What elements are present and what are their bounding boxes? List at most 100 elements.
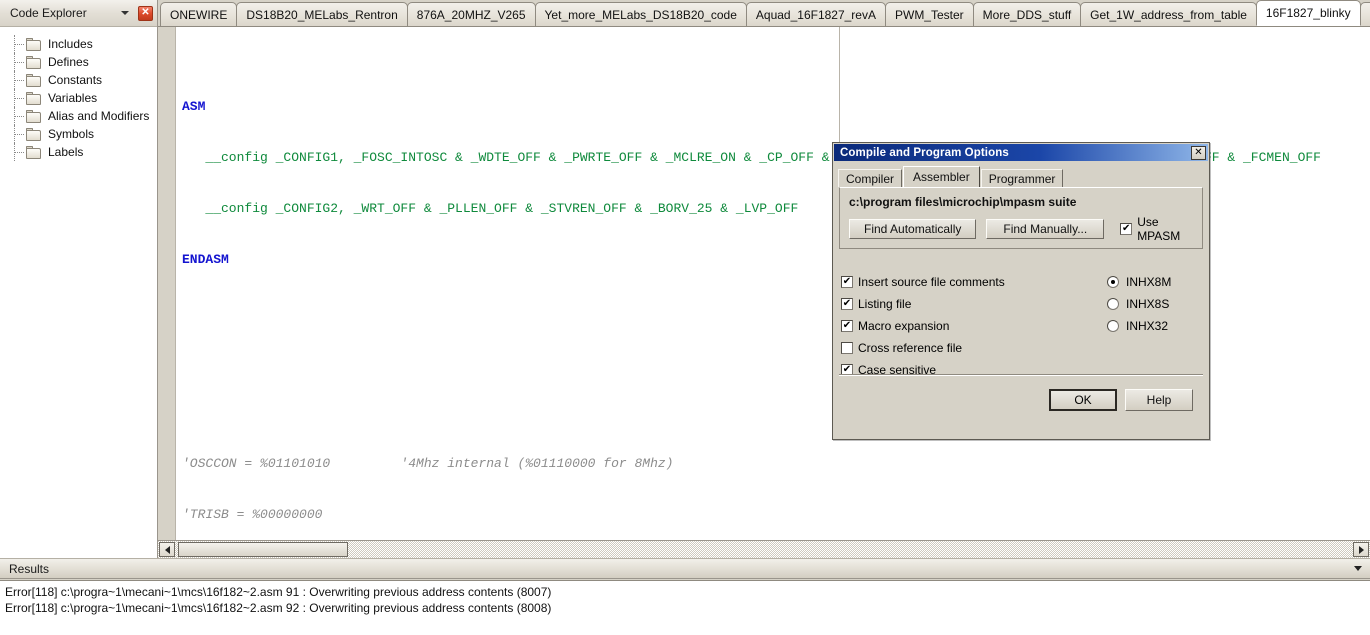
result-line: Error[118] c:\progra~1\mecani~1\mcs\16f1… [5,600,1370,616]
scroll-right-button[interactable] [1353,542,1369,557]
results-header: Results [0,558,1370,579]
tab-aquad-16f1827-reva[interactable]: Aquad_16F1827_revA [746,2,886,26]
editor-horizontal-scrollbar[interactable] [158,540,1370,558]
folder-icon [26,146,42,159]
tree-item-symbols[interactable]: Symbols [0,125,157,143]
checkbox[interactable]: ✔ [841,320,853,332]
checkbox[interactable] [841,342,853,354]
results-title: Results [9,562,1354,576]
checkbox[interactable]: ✔ [841,298,853,310]
dialog-tab-label: Compiler [846,172,894,186]
application-window: Code Explorer ✕ Includes Defines Constan… [0,0,1370,635]
arrow-left-icon [165,546,170,554]
folder-icon [26,128,42,141]
scroll-left-button[interactable] [159,542,175,557]
result-line: Error[118] c:\progra~1\mecani~1\mcs\16f1… [5,584,1370,600]
tab-label: Aquad_16F1827_revA [756,8,876,22]
tab-label: DS18B20_MELabs_Rentron [246,8,397,22]
dialog-title-bar[interactable]: Compile and Program Options ✕ [834,144,1208,161]
dialog-action-buttons: OK Help [1049,389,1193,411]
hex-format-radio-group: INHX8M INHX8S INHX32 [1107,271,1195,337]
tree-line-icon [12,143,26,161]
tree-line-icon [12,107,26,125]
tree-item-alias-and-modifiers[interactable]: Alias and Modifiers [0,107,157,125]
tab-label: Get_1W_address_from_table [1090,8,1247,22]
tab-ds18b20-melabs-rentron[interactable]: DS18B20_MELabs_Rentron [236,2,407,26]
tab-16f1827-blinky[interactable]: 16F1827_blinky [1256,0,1361,26]
option-cross-reference-file[interactable]: Cross reference file [841,337,1141,359]
code-line: 'TRISB = %00000000 [182,506,1370,523]
folder-icon [26,74,42,87]
tree-item-constants[interactable]: Constants [0,71,157,89]
results-list[interactable]: Error[118] c:\progra~1\mecani~1\mcs\16f1… [0,580,1370,635]
find-automatically-button[interactable]: Find Automatically [849,219,976,239]
close-icon[interactable]: ✕ [1191,146,1206,160]
use-mpasm-label: Use MPASM [1137,215,1202,243]
tree-item-label: Variables [48,91,97,105]
option-listing-file[interactable]: ✔ Listing file [841,293,1141,315]
option-label: Cross reference file [858,341,962,355]
tree-item-label: Labels [48,145,83,159]
document-tab-bar: ONEWIRE DS18B20_MELabs_Rentron 876A_20MH… [158,0,1370,27]
radio-label: INHX8M [1126,275,1171,289]
option-insert-source-file-comments[interactable]: ✔ Insert source file comments [841,271,1141,293]
tree-item-variables[interactable]: Variables [0,89,157,107]
tree-item-includes[interactable]: Includes [0,35,157,53]
folder-icon [26,56,42,69]
tree-line-icon [12,89,26,107]
editor-gutter [158,27,176,540]
tab-label: More_DDS_stuff [983,8,1071,22]
chevron-down-icon[interactable] [1354,566,1362,571]
ok-button[interactable]: OK [1049,389,1117,411]
code-explorer-title: Code Explorer [10,6,121,20]
tree-line-icon [12,125,26,143]
folder-icon [26,92,42,105]
radio-button[interactable] [1107,298,1119,310]
tab-label: 876A_20MHZ_V265 [417,8,526,22]
tree-line-icon [12,53,26,71]
tab-onewire[interactable]: ONEWIRE [160,2,237,26]
dialog-tab-label: Assembler [913,170,970,184]
checkbox[interactable]: ✔ [841,276,853,288]
tab-16f1827-config-stuff[interactable]: 16F1827_config_stuff [1360,2,1370,26]
tab-label: ONEWIRE [170,8,227,22]
option-label: Insert source file comments [858,275,1005,289]
option-label: Listing file [858,297,911,311]
dialog-tab-bar: Compiler Assembler Programmer [837,166,1209,187]
tab-876a-20mhz-v265[interactable]: 876A_20MHZ_V265 [407,2,536,26]
tab-pwm-tester[interactable]: PWM_Tester [885,2,974,26]
dialog-footer: OK Help [839,375,1203,431]
radio-button[interactable] [1107,320,1119,332]
use-mpasm-checkbox-row[interactable]: ✔ Use MPASM [1120,215,1202,243]
dialog-tab-assembler[interactable]: Assembler [903,166,980,187]
dialog-tab-programmer[interactable]: Programmer [981,169,1064,187]
dialog-title: Compile and Program Options [840,147,1191,159]
radio-inhx8s[interactable]: INHX8S [1107,293,1195,315]
tree-item-label: Alias and Modifiers [48,109,149,123]
tree-item-labels[interactable]: Labels [0,143,157,161]
close-icon[interactable]: ✕ [138,6,153,21]
option-macro-expansion[interactable]: ✔ Macro expansion [841,315,1141,337]
tree-item-defines[interactable]: Defines [0,53,157,71]
results-panel: Results Error[118] c:\progra~1\mecani~1\… [0,558,1370,635]
radio-inhx8m[interactable]: INHX8M [1107,271,1195,293]
arrow-right-icon [1359,546,1364,554]
tab-more-dds-stuff[interactable]: More_DDS_stuff [973,2,1081,26]
tree-item-label: Symbols [48,127,94,141]
tab-label: PWM_Tester [895,8,964,22]
radio-button[interactable] [1107,276,1119,288]
code-explorer-tree: Includes Defines Constants Variables Ali [0,27,157,161]
find-manually-button[interactable]: Find Manually... [986,219,1104,239]
scrollbar-thumb[interactable] [178,542,348,557]
tab-get-1w-address-from-table[interactable]: Get_1W_address_from_table [1080,2,1257,26]
help-button[interactable]: Help [1125,389,1193,411]
tab-yet-more-melabs-ds18b20-code[interactable]: Yet_more_MELabs_DS18B20_code [535,2,747,26]
tree-line-icon [12,71,26,89]
use-mpasm-checkbox[interactable]: ✔ [1120,223,1132,235]
code-explorer-header: Code Explorer ✕ [0,0,157,27]
chevron-down-icon[interactable] [121,11,129,15]
mpasm-path-text: c:\program files\microchip\mpasm suite [840,188,1202,209]
radio-inhx32[interactable]: INHX32 [1107,315,1195,337]
dialog-tab-compiler[interactable]: Compiler [838,169,902,187]
assembler-options-list: ✔ Insert source file comments ✔ Listing … [841,271,1141,381]
